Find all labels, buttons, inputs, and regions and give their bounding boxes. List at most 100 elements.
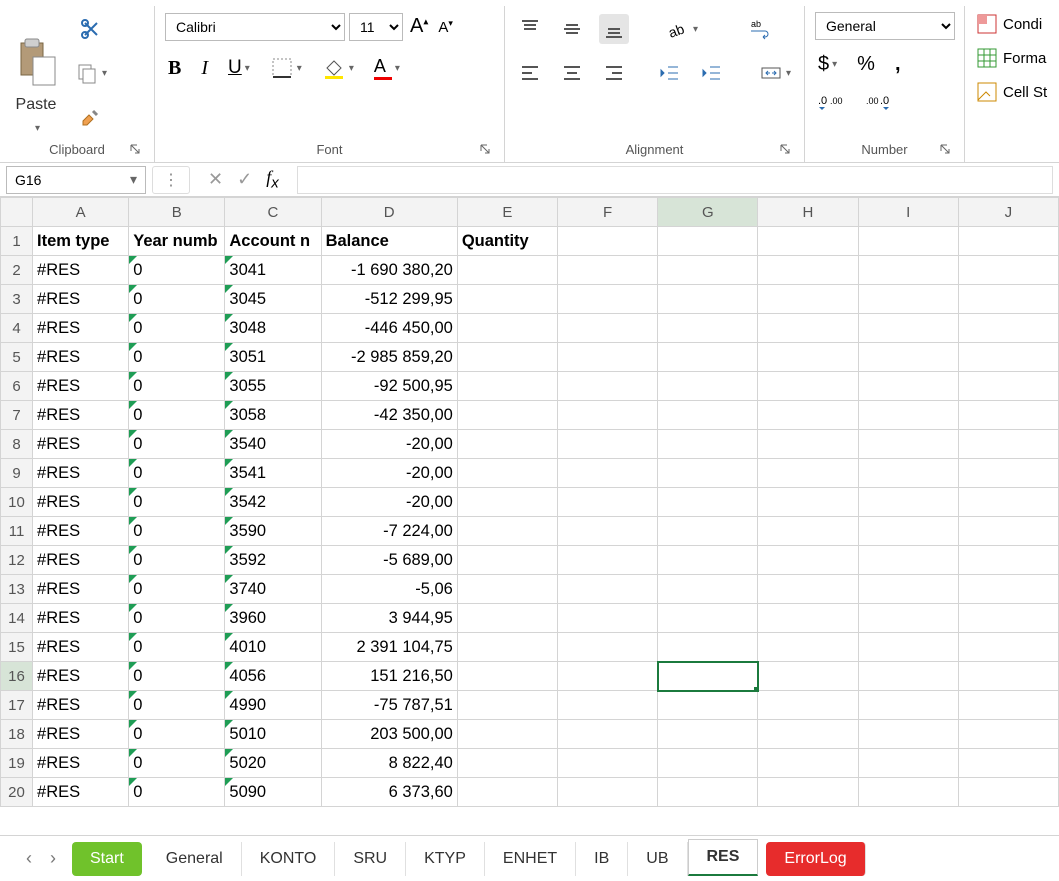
cell[interactable]: #RES — [33, 285, 129, 314]
select-all[interactable] — [1, 198, 33, 227]
cell[interactable]: 3058 — [225, 401, 321, 430]
cut-button[interactable] — [76, 14, 106, 44]
cell[interactable]: #RES — [33, 488, 129, 517]
cell[interactable]: 0 — [129, 546, 225, 575]
cell[interactable] — [457, 691, 557, 720]
cell[interactable] — [658, 488, 758, 517]
cell[interactable] — [457, 314, 557, 343]
decrease-indent-button[interactable] — [655, 58, 685, 88]
cell[interactable]: 3048 — [225, 314, 321, 343]
cell[interactable]: #RES — [33, 517, 129, 546]
cell[interactable]: 0 — [129, 633, 225, 662]
cell[interactable] — [758, 575, 858, 604]
comma-button[interactable]: , — [892, 50, 904, 79]
col-header-B[interactable]: B — [129, 198, 225, 227]
cell[interactable]: 0 — [129, 314, 225, 343]
cell[interactable] — [558, 372, 658, 401]
cell[interactable] — [858, 749, 958, 778]
cell[interactable] — [457, 546, 557, 575]
cell[interactable] — [858, 256, 958, 285]
cell[interactable] — [558, 314, 658, 343]
cell[interactable]: #RES — [33, 372, 129, 401]
col-header-D[interactable]: D — [321, 198, 457, 227]
cell[interactable] — [958, 604, 1058, 633]
cell[interactable] — [658, 343, 758, 372]
cell[interactable]: 4010 — [225, 633, 321, 662]
cell[interactable]: #RES — [33, 459, 129, 488]
cell[interactable] — [758, 401, 858, 430]
align-center-button[interactable] — [557, 58, 587, 88]
cell[interactable]: -20,00 — [321, 459, 457, 488]
cell[interactable] — [858, 575, 958, 604]
row-header-8[interactable]: 8 — [1, 430, 33, 459]
sheet-tab-enhet[interactable]: ENHET — [485, 842, 576, 876]
cell[interactable]: #RES — [33, 546, 129, 575]
cell[interactable] — [958, 459, 1058, 488]
row-header-10[interactable]: 10 — [1, 488, 33, 517]
header-cell[interactable]: Balance — [321, 227, 457, 256]
cell[interactable] — [558, 662, 658, 691]
cell[interactable] — [658, 749, 758, 778]
cell[interactable]: #RES — [33, 691, 129, 720]
cell[interactable]: 0 — [129, 691, 225, 720]
cell[interactable] — [758, 749, 858, 778]
row-header-19[interactable]: 19 — [1, 749, 33, 778]
cell[interactable]: 5010 — [225, 720, 321, 749]
cell[interactable] — [558, 749, 658, 778]
name-box[interactable]: G16 ▾ — [6, 166, 146, 194]
cell[interactable] — [858, 372, 958, 401]
cell[interactable]: 3045 — [225, 285, 321, 314]
cell[interactable] — [858, 720, 958, 749]
cell[interactable] — [858, 517, 958, 546]
cell[interactable] — [958, 343, 1058, 372]
cell[interactable] — [658, 372, 758, 401]
col-header-C[interactable]: C — [225, 198, 321, 227]
cell[interactable] — [758, 720, 858, 749]
cell[interactable]: 6 373,60 — [321, 778, 457, 807]
cell[interactable] — [558, 401, 658, 430]
cell[interactable]: -512 299,95 — [321, 285, 457, 314]
cell[interactable] — [457, 285, 557, 314]
cell[interactable] — [858, 691, 958, 720]
cell[interactable]: #RES — [33, 343, 129, 372]
row-header-12[interactable]: 12 — [1, 546, 33, 575]
cell[interactable] — [758, 343, 858, 372]
italic-button[interactable]: I — [198, 54, 211, 83]
accept-formula-button[interactable]: ✓ — [231, 169, 258, 190]
increase-indent-button[interactable] — [697, 58, 727, 88]
cell[interactable] — [658, 517, 758, 546]
cell[interactable] — [958, 256, 1058, 285]
cell[interactable] — [858, 401, 958, 430]
cell[interactable] — [758, 459, 858, 488]
currency-button[interactable]: $ — [815, 50, 840, 79]
cell[interactable] — [958, 778, 1058, 807]
clipboard-dialog-launcher[interactable] — [128, 142, 144, 158]
col-header-F[interactable]: F — [558, 198, 658, 227]
row-header-18[interactable]: 18 — [1, 720, 33, 749]
cell[interactable]: 0 — [129, 401, 225, 430]
cell[interactable]: 8 822,40 — [321, 749, 457, 778]
col-header-H[interactable]: H — [758, 198, 858, 227]
cell[interactable] — [758, 517, 858, 546]
cell[interactable]: -92 500,95 — [321, 372, 457, 401]
header-cell[interactable]: Item type — [33, 227, 129, 256]
row-header-11[interactable]: 11 — [1, 517, 33, 546]
cell[interactable] — [457, 604, 557, 633]
cell[interactable] — [457, 343, 557, 372]
sheet-tab-errorlog[interactable]: ErrorLog — [766, 842, 865, 876]
cell[interactable] — [958, 517, 1058, 546]
font-size-select[interactable]: 11 — [349, 13, 403, 41]
cell[interactable]: 0 — [129, 720, 225, 749]
col-header-I[interactable]: I — [858, 198, 958, 227]
cell[interactable]: #RES — [33, 662, 129, 691]
cell[interactable]: 4056 — [225, 662, 321, 691]
header-cell[interactable]: Year numb — [129, 227, 225, 256]
font-color-button[interactable]: A — [371, 53, 403, 83]
cell[interactable] — [958, 227, 1058, 256]
cell[interactable] — [758, 691, 858, 720]
cell[interactable] — [457, 459, 557, 488]
number-dialog-launcher[interactable] — [938, 142, 954, 158]
cell[interactable]: 3051 — [225, 343, 321, 372]
cell[interactable] — [658, 691, 758, 720]
conditional-formatting-button[interactable]: Condi — [975, 12, 1049, 36]
